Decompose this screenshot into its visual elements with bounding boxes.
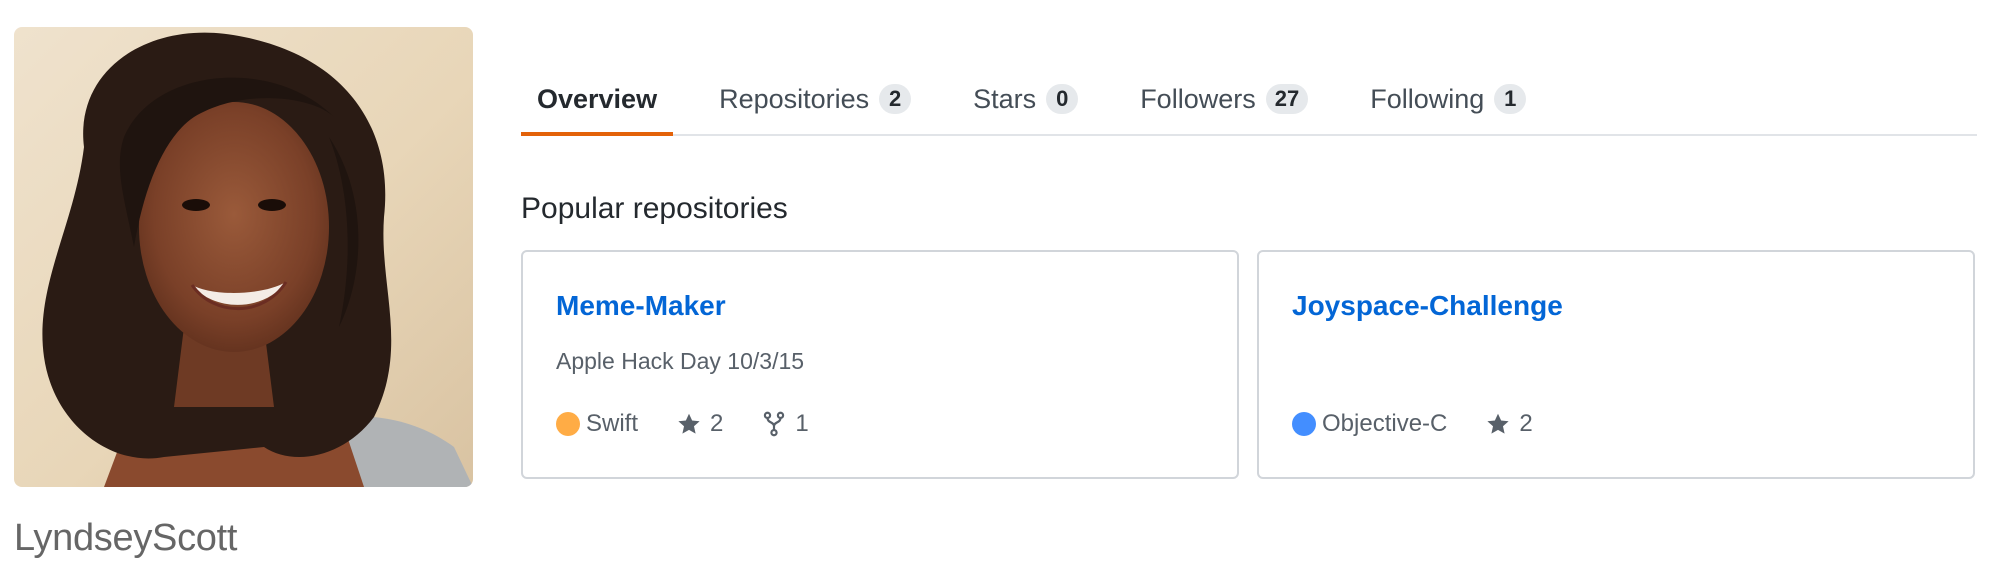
- profile-page: LyndseyScott Overview Repositories 2 Sta…: [0, 0, 1989, 570]
- profile-username: LyndseyScott: [14, 517, 238, 559]
- tab-overview[interactable]: Overview: [521, 40, 674, 136]
- tab-overview-label: Overview: [537, 83, 658, 114]
- tab-stars-count: 0: [1046, 84, 1079, 114]
- tab-following[interactable]: Following 1: [1354, 40, 1542, 134]
- repo-forked-icon: [761, 411, 787, 437]
- language-color-dot: [1292, 412, 1316, 436]
- repo-forks-count: 1: [795, 410, 809, 437]
- repo-language: Objective-C: [1292, 410, 1447, 438]
- repo-card-meme-maker: Meme-Maker Apple Hack Day 10/3/15 Swift …: [521, 250, 1239, 479]
- repo-link-meme-maker[interactable]: Meme-Maker: [556, 290, 726, 322]
- repo-forks-link[interactable]: 1: [761, 410, 809, 438]
- repo-stars-count: 2: [1519, 410, 1533, 437]
- repo-stars-link[interactable]: 2: [1485, 410, 1533, 438]
- tab-repositories[interactable]: Repositories 2: [703, 40, 927, 134]
- star-icon: [1485, 411, 1511, 437]
- tab-followers-count: 27: [1265, 84, 1309, 114]
- tab-followers-label: Followers: [1140, 83, 1256, 114]
- repo-language-label: Swift: [586, 410, 639, 437]
- profile-tab-nav: Overview Repositories 2 Stars 0 Follower…: [521, 40, 1977, 136]
- tab-stars-label: Stars: [973, 83, 1037, 114]
- repo-meta: Swift 2 1: [556, 410, 847, 438]
- tab-following-label: Following: [1370, 83, 1485, 114]
- tab-repositories-label: Repositories: [719, 83, 870, 114]
- repo-language-label: Objective-C: [1322, 410, 1448, 437]
- language-color-dot: [556, 412, 580, 436]
- tab-repositories-count: 2: [879, 84, 912, 114]
- repo-description: Apple Hack Day 10/3/15: [556, 348, 805, 374]
- repo-stars-count: 2: [710, 410, 724, 437]
- tab-followers[interactable]: Followers 27: [1124, 40, 1324, 134]
- tab-stars[interactable]: Stars 0: [957, 40, 1094, 134]
- repo-stars-link[interactable]: 2: [676, 410, 723, 438]
- avatar[interactable]: [14, 27, 473, 487]
- popular-repositories-heading: Popular repositories: [521, 192, 788, 225]
- tab-following-count: 1: [1494, 84, 1527, 114]
- repo-card-joyspace-challenge: Joyspace-Challenge Objective-C 2: [1257, 250, 1975, 479]
- repo-meta: Objective-C 2: [1292, 410, 1571, 438]
- repo-language: Swift: [556, 410, 638, 438]
- avatar-portrait-image: [42, 32, 473, 487]
- star-icon: [676, 411, 702, 437]
- repo-link-joyspace-challenge[interactable]: Joyspace-Challenge: [1292, 290, 1563, 322]
